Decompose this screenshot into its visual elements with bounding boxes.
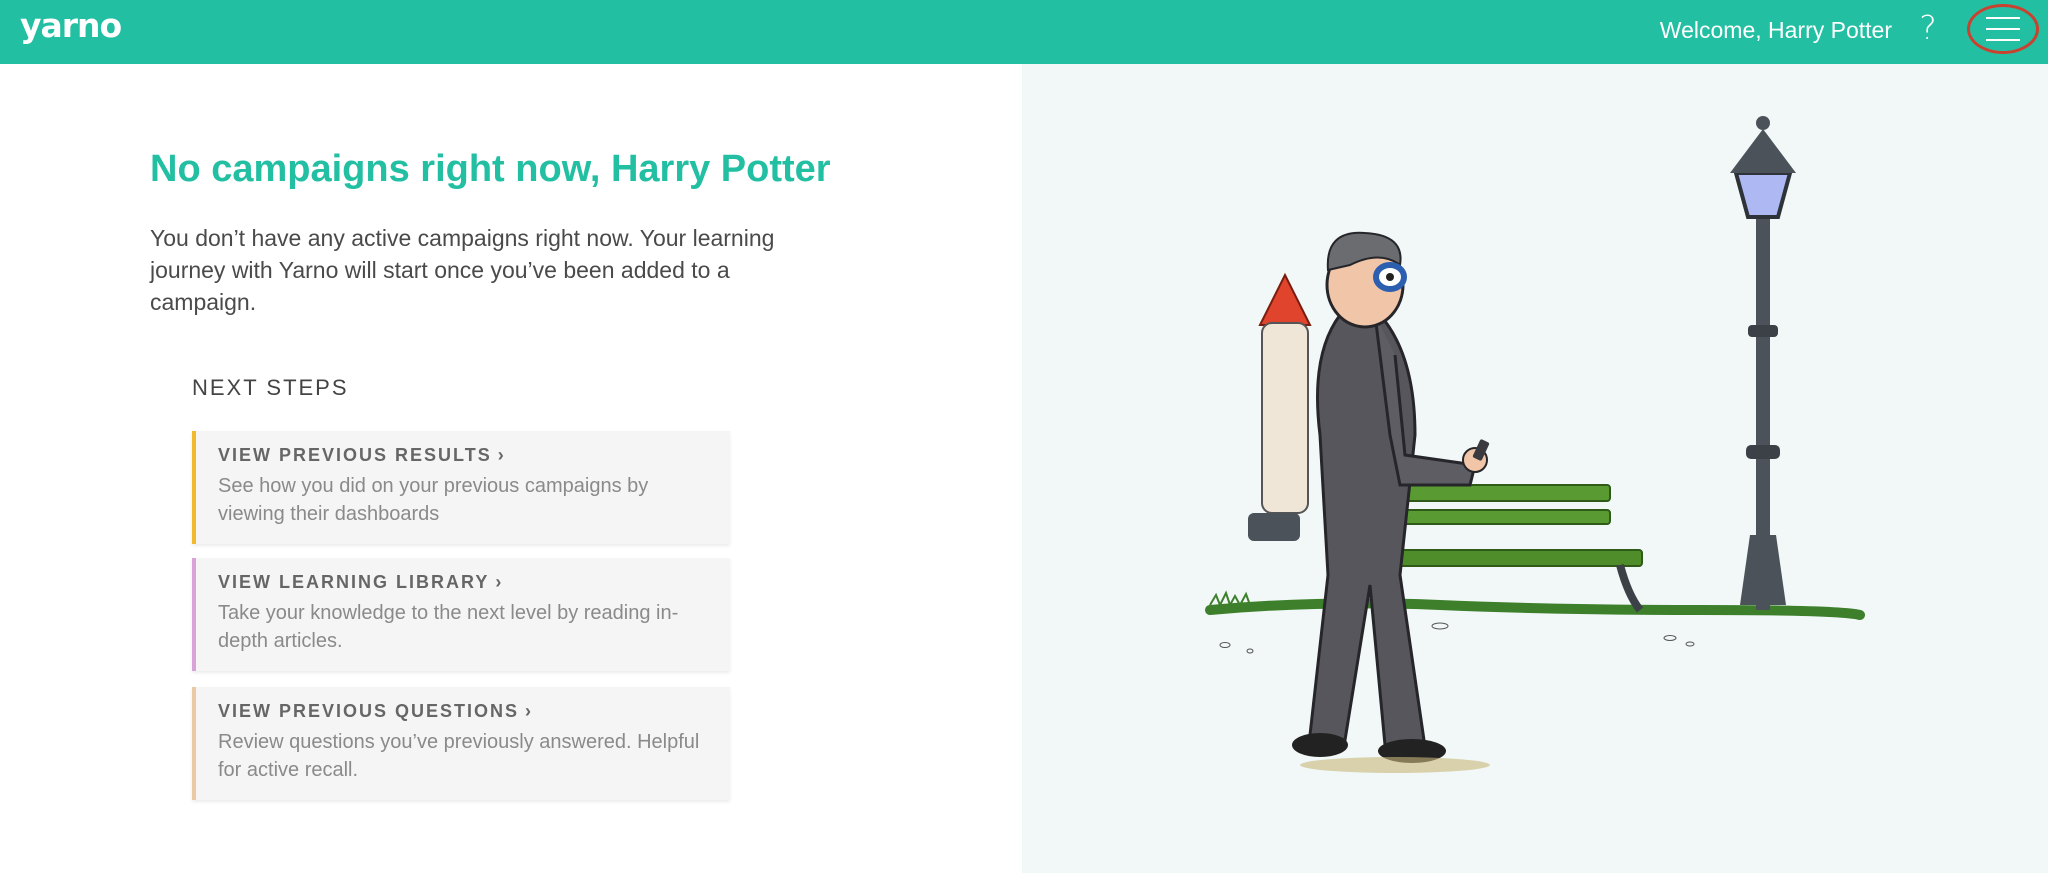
page-title: No campaigns right now, Harry Potter (150, 148, 831, 190)
card-description: Review questions you’ve previously answe… (218, 731, 700, 781)
card-view-previous-results[interactable]: VIEW PREVIOUS RESULTS › See how you did … (192, 431, 730, 544)
card-title-text: VIEW LEARNING LIBRARY (218, 572, 490, 592)
help-button[interactable]: ? (1916, 4, 1940, 52)
chevron-right-icon: › (495, 572, 502, 592)
content-panel: No campaigns right now, Harry Potter You… (0, 64, 1022, 873)
card-description: See how you did on your previous campaig… (218, 475, 649, 525)
chevron-right-icon: › (497, 445, 504, 465)
welcome-text: Welcome, Harry Potter (1659, 17, 1892, 43)
menu-line (1986, 39, 2020, 41)
card-title: VIEW PREVIOUS QUESTIONS › (218, 701, 710, 722)
chevron-right-icon: › (525, 701, 532, 721)
menu-line (1986, 17, 2020, 19)
intro-text: You don’t have any active campaigns righ… (150, 225, 775, 315)
card-title: VIEW PREVIOUS RESULTS › (218, 445, 710, 466)
hamburger-menu-icon[interactable] (1967, 4, 2039, 54)
card-view-learning-library[interactable]: VIEW LEARNING LIBRARY › Take your knowle… (192, 558, 730, 671)
card-title: VIEW LEARNING LIBRARY › (218, 572, 710, 593)
card-view-previous-questions[interactable]: VIEW PREVIOUS QUESTIONS › Review questio… (192, 687, 730, 800)
card-description: Take your knowledge to the next level by… (218, 602, 679, 652)
card-title-text: VIEW PREVIOUS RESULTS (218, 445, 492, 465)
top-bar: yarno Welcome, Harry Potter ? (0, 0, 2048, 64)
businessman-jetpack-illustration (1205, 116, 1865, 773)
card-title-text: VIEW PREVIOUS QUESTIONS (218, 701, 520, 721)
yarno-logo[interactable]: yarno (20, 6, 122, 45)
menu-line (1986, 28, 2020, 30)
next-steps-title: NEXT STEPS (192, 375, 349, 400)
